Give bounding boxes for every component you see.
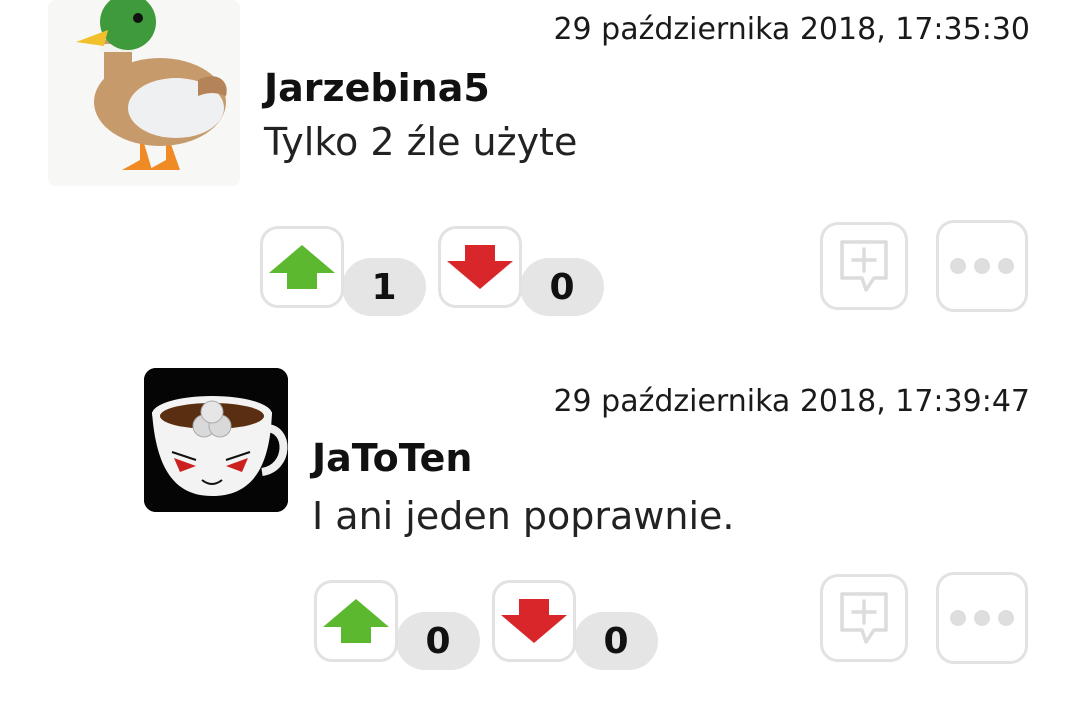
comment-text: I ani jeden poprawnie. (312, 494, 735, 538)
up-arrow-icon (269, 245, 335, 289)
up-arrow-icon (323, 599, 389, 643)
avatar[interactable] (48, 0, 240, 186)
downvote-button[interactable] (438, 226, 522, 308)
down-arrow-icon (447, 245, 513, 289)
comment-timestamp: 29 października 2018, 17:35:30 (553, 12, 1030, 47)
comment-text: Tylko 2 źle użyte (264, 120, 578, 164)
reply-button[interactable] (820, 574, 908, 662)
reply-button[interactable] (820, 222, 908, 310)
upvote-button[interactable] (314, 580, 398, 662)
comment-item: 29 października 2018, 17:39:47 JaToTen I… (0, 360, 1080, 715)
upvote-button[interactable] (260, 226, 344, 308)
more-options-button[interactable] (936, 572, 1028, 664)
upvote-count: 1 (342, 258, 426, 316)
teacup-face-avatar-image (144, 368, 288, 512)
duck-avatar-image (76, 0, 227, 170)
comment-item: 29 października 2018, 17:35:30 Jarzebina… (0, 0, 1080, 330)
downvote-count: 0 (520, 258, 604, 316)
more-dots-icon (950, 610, 1014, 626)
comment-author[interactable]: Jarzebina5 (264, 66, 490, 110)
more-options-button[interactable] (936, 220, 1028, 312)
comment-author[interactable]: JaToTen (312, 436, 472, 480)
downvote-button[interactable] (492, 580, 576, 662)
more-dots-icon (950, 258, 1014, 274)
reply-plus-icon (840, 592, 888, 644)
upvote-count: 0 (396, 612, 480, 670)
comment-timestamp: 29 października 2018, 17:39:47 (553, 384, 1030, 419)
downvote-count: 0 (574, 612, 658, 670)
avatar[interactable] (144, 368, 288, 512)
reply-plus-icon (840, 240, 888, 292)
down-arrow-icon (501, 599, 567, 643)
